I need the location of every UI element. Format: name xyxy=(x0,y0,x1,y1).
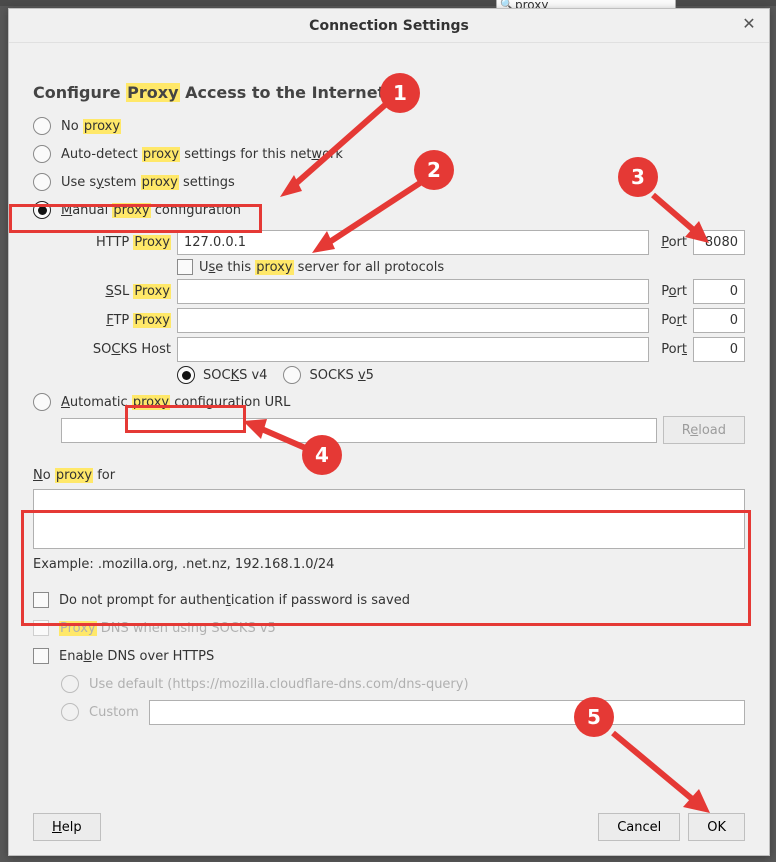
radio-auto-detect[interactable]: Auto-detect proxy settings for this netw… xyxy=(33,140,745,168)
reload-button: Reload xyxy=(663,416,745,444)
dialog-titlebar: Connection Settings ✕ xyxy=(9,9,769,43)
ftp-port-label: Port xyxy=(661,313,687,328)
radio-socks-v5[interactable]: SOCKS v5 xyxy=(283,366,373,384)
radio-auto-config-url[interactable]: Automatic proxy configuration URL xyxy=(33,388,745,416)
radio-label: Automatic proxy configuration URL xyxy=(61,395,290,410)
no-proxy-label: No proxy for xyxy=(33,468,745,483)
http-port-input[interactable] xyxy=(693,230,745,255)
radio-icon xyxy=(61,703,79,721)
section-heading: Configure Proxy Access to the Internet xyxy=(33,83,745,102)
use-for-all-label: Use this proxy server for all protocols xyxy=(199,260,444,275)
no-proxy-textarea[interactable] xyxy=(33,489,745,549)
radio-label: Manual proxy configuration xyxy=(61,203,241,218)
radio-label: Use system proxy settings xyxy=(61,175,235,190)
radio-system-proxy[interactable]: Use system proxy settings xyxy=(33,168,745,196)
ftp-port-input[interactable] xyxy=(693,308,745,333)
use-for-all-checkbox[interactable] xyxy=(177,259,193,275)
socks-input[interactable] xyxy=(177,337,649,362)
no-auth-prompt-row: Do not prompt for authentication if pass… xyxy=(33,586,745,614)
proxy-dns-row: Proxy DNS when using SOCKS v5 xyxy=(33,614,745,642)
ssl-proxy-row: SSL Proxy Port xyxy=(61,279,745,304)
connection-settings-dialog: Connection Settings ✕ Configure Proxy Ac… xyxy=(8,8,770,856)
ftp-input[interactable] xyxy=(177,308,649,333)
http-port-label: Port xyxy=(661,235,687,250)
ssl-label: SSL Proxy xyxy=(61,284,171,299)
doh-row: Enable DNS over HTTPS xyxy=(33,642,745,670)
radio-icon xyxy=(33,393,51,411)
ssl-input[interactable] xyxy=(177,279,649,304)
ssl-port-label: Port xyxy=(661,284,687,299)
doh-default-label: Use default (https://mozilla.cloudflare-… xyxy=(89,677,469,692)
ssl-port-input[interactable] xyxy=(693,279,745,304)
radio-label: Auto-detect proxy settings for this netw… xyxy=(61,147,343,162)
use-for-all-row: Use this proxy server for all protocols xyxy=(177,259,745,275)
http-proxy-input[interactable] xyxy=(177,230,649,255)
radio-no-proxy[interactable]: No proxy xyxy=(33,112,745,140)
socks-version-row: SOCKS v4 SOCKS v5 xyxy=(177,366,745,384)
no-auth-prompt-checkbox[interactable] xyxy=(33,592,49,608)
socks-port-label: Port xyxy=(661,342,687,357)
help-button[interactable]: Help xyxy=(33,813,101,841)
http-proxy-row: HTTP Proxy Port xyxy=(61,230,745,255)
dialog-footer: Help Cancel OK xyxy=(33,813,745,841)
no-auth-prompt-label: Do not prompt for authentication if pass… xyxy=(59,593,410,608)
radio-icon xyxy=(33,117,51,135)
doh-custom-input xyxy=(149,700,745,725)
radio-icon xyxy=(33,173,51,191)
cancel-button[interactable]: Cancel xyxy=(598,813,680,841)
doh-custom-label: Custom xyxy=(89,705,139,720)
radio-label: SOCKS v5 xyxy=(309,368,373,383)
radio-icon xyxy=(61,675,79,693)
ftp-label: FTP Proxy xyxy=(61,313,171,328)
socks-label: SOCKS Host xyxy=(61,342,171,357)
radio-socks-v4[interactable]: SOCKS v4 xyxy=(177,366,267,384)
dialog-content: Configure Proxy Access to the Internet N… xyxy=(9,43,769,738)
radio-manual-proxy[interactable]: Manual proxy configuration xyxy=(33,196,745,224)
radio-icon xyxy=(177,366,195,384)
socks-port-input[interactable] xyxy=(693,337,745,362)
pac-row: Reload xyxy=(61,416,745,444)
http-proxy-label: HTTP Proxy xyxy=(61,235,171,250)
doh-default-row: Use default (https://mozilla.cloudflare-… xyxy=(61,670,745,698)
pac-url-input xyxy=(61,418,657,443)
socks-host-row: SOCKS Host Port xyxy=(61,337,745,362)
radio-label: No proxy xyxy=(61,119,121,134)
no-proxy-example: Example: .mozilla.org, .net.nz, 192.168.… xyxy=(33,557,745,572)
doh-label: Enable DNS over HTTPS xyxy=(59,649,214,664)
radio-icon xyxy=(283,366,301,384)
doh-custom-row: Custom xyxy=(61,698,745,726)
radio-icon xyxy=(33,145,51,163)
close-button[interactable]: ✕ xyxy=(739,15,759,35)
proxy-dns-checkbox xyxy=(33,620,49,636)
radio-label: SOCKS v4 xyxy=(203,368,267,383)
dialog-title: Connection Settings xyxy=(309,18,469,34)
ok-button[interactable]: OK xyxy=(688,813,745,841)
doh-checkbox[interactable] xyxy=(33,648,49,664)
proxy-dns-label: Proxy DNS when using SOCKS v5 xyxy=(59,621,276,636)
radio-icon xyxy=(33,201,51,219)
ftp-proxy-row: FTP Proxy Port xyxy=(61,308,745,333)
